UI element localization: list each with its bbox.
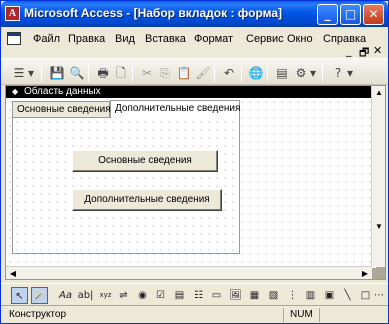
dropdown-arrow-icon[interactable]: ▾ xyxy=(27,65,35,81)
scroll-down-icon[interactable]: ▼ xyxy=(372,220,386,233)
mdi-close-button[interactable]: ✕ xyxy=(373,44,382,57)
cut-icon[interactable]: ✂ xyxy=(139,65,155,81)
field-list-icon[interactable]: ▤ xyxy=(274,65,290,81)
hyperlink-icon[interactable]: 🌐 xyxy=(248,65,264,81)
status-num-lock: NUM xyxy=(290,309,313,320)
toolbar-separator xyxy=(322,64,323,82)
copy-icon[interactable]: ⎘ xyxy=(157,65,173,81)
toolbar-separator xyxy=(241,64,242,82)
check-box-icon[interactable]: ☑ xyxy=(152,287,169,304)
additional-info-command-button[interactable]: Дополнительные сведения xyxy=(72,189,222,211)
maximize-button[interactable]: □ xyxy=(340,4,361,25)
subform-icon[interactable]: ▣ xyxy=(321,287,338,304)
main-info-command-button[interactable]: Основные сведения xyxy=(72,150,218,172)
form-view-icon[interactable]: ☰ xyxy=(11,65,27,81)
vertical-scrollbar[interactable]: ▲ ▼ xyxy=(371,86,385,267)
dropdown-arrow-icon[interactable]: ▾ xyxy=(309,65,317,81)
title-bar[interactable]: A Microsoft Access - [Набор вкладок : фо… xyxy=(1,1,388,27)
access-app-icon[interactable]: A xyxy=(5,6,20,21)
scroll-left-icon[interactable]: ◀ xyxy=(6,267,20,280)
status-divider xyxy=(283,308,284,322)
paste-icon[interactable]: 📋 xyxy=(176,65,192,81)
page-break-icon[interactable]: ⋮ xyxy=(284,287,301,304)
detail-section-header[interactable]: ◆ Область данных xyxy=(6,86,376,98)
status-bar: Конструктор NUM xyxy=(1,305,388,323)
undo-icon[interactable]: ↶ xyxy=(221,65,237,81)
tab-page[interactable] xyxy=(12,117,240,254)
menu-insert[interactable]: Вставка xyxy=(145,33,186,45)
search-file-icon[interactable]: 🔍 xyxy=(69,65,85,81)
toolbar-separator xyxy=(41,64,42,82)
access-window: A Microsoft Access - [Набор вкладок : фо… xyxy=(0,0,389,324)
more-controls-icon[interactable]: ⋯ xyxy=(373,287,385,304)
tab-control[interactable]: Основные сведения Дополнительные сведени… xyxy=(12,100,240,261)
print-icon[interactable]: 🖶 xyxy=(95,65,111,81)
mdi-minimize-button[interactable]: _ xyxy=(346,44,352,57)
toggle-button-icon[interactable]: ⇌ xyxy=(115,287,132,304)
properties-icon[interactable]: ⚙ xyxy=(293,65,309,81)
image-icon[interactable]: 🖼 xyxy=(227,287,244,304)
toolbar-separator xyxy=(132,64,133,82)
menu-bar: Файл Правка Вид Вставка Формат Сервис Ок… xyxy=(1,28,388,50)
toolbar-separator xyxy=(214,64,215,82)
menu-file[interactable]: Файл xyxy=(33,33,60,45)
tab-control-icon[interactable]: ▥ xyxy=(302,287,319,304)
menu-window[interactable]: Окно xyxy=(287,33,313,45)
toolbar-separator xyxy=(88,64,89,82)
status-mode: Конструктор xyxy=(9,309,67,320)
control-wizards-icon[interactable]: 🪄 xyxy=(31,287,48,304)
menu-format[interactable]: Формат xyxy=(194,33,233,45)
list-box-icon[interactable]: ☷ xyxy=(190,287,207,304)
command-button-icon[interactable]: ▭ xyxy=(208,287,225,304)
bound-object-frame-icon[interactable]: ▧ xyxy=(265,287,282,304)
tab-additional-info[interactable]: Дополнительные сведения xyxy=(110,100,240,118)
detail-section-title: Область данных xyxy=(24,86,101,97)
help-icon[interactable]: ? xyxy=(330,65,346,81)
label-icon[interactable]: Aa xyxy=(57,287,74,304)
option-button-icon[interactable]: ◉ xyxy=(134,287,151,304)
rectangle-icon[interactable]: □ xyxy=(357,287,374,304)
detail-section-grid[interactable]: Основные сведения Дополнительные сведени… xyxy=(6,98,376,268)
scroll-up-icon[interactable]: ▲ xyxy=(372,86,386,99)
select-objects-icon[interactable]: ↖ xyxy=(11,287,28,304)
scroll-right-icon[interactable]: ▶ xyxy=(358,267,372,280)
dropdown-arrow-icon[interactable]: ▾ xyxy=(346,65,354,81)
tab-main-info[interactable]: Основные сведения xyxy=(12,101,111,118)
menu-view[interactable]: Вид xyxy=(115,33,135,45)
window-title: Microsoft Access - [Набор вкладок : форм… xyxy=(24,6,283,20)
form-design-toolbar: ☰ ▾ 💾 🔍 🖶 🗋 ✂ ⎘ 📋 🖌 ↶ 🌐 ▤ ⚙ ▾ ? ▾ xyxy=(1,58,388,85)
line-icon[interactable]: ╲ xyxy=(339,287,356,304)
close-button[interactable]: ✕ xyxy=(363,4,384,25)
text-box-icon[interactable]: ab| xyxy=(77,287,94,304)
menu-tools[interactable]: Сервис xyxy=(246,33,284,45)
save-icon[interactable]: 💾 xyxy=(49,65,65,81)
control-toolbox: ↖ 🪄 Aa ab| xyz ⇌ ◉ ☑ ▤ ☷ ▭ 🖼 ▦ ▧ ⋮ ▥ ▣ ╲… xyxy=(1,283,388,305)
horizontal-scrollbar[interactable]: ◀ ▶ xyxy=(6,266,372,279)
minimize-button[interactable]: _ xyxy=(317,4,338,25)
section-arrow-icon: ◆ xyxy=(12,87,19,96)
combo-box-icon[interactable]: ▤ xyxy=(171,287,188,304)
form-design-surface: ◆ Область данных Основные сведения Допол… xyxy=(5,85,386,280)
status-divider xyxy=(319,308,320,322)
format-painter-icon[interactable]: 🖌 xyxy=(195,65,211,81)
form-window-icon[interactable] xyxy=(7,32,21,45)
menu-edit[interactable]: Правка xyxy=(68,33,105,45)
toolbar-separator xyxy=(267,64,268,82)
option-group-icon[interactable]: xyz xyxy=(97,287,114,304)
unbound-object-frame-icon[interactable]: ▦ xyxy=(246,287,263,304)
print-preview-icon[interactable]: 🗋 xyxy=(113,65,129,81)
